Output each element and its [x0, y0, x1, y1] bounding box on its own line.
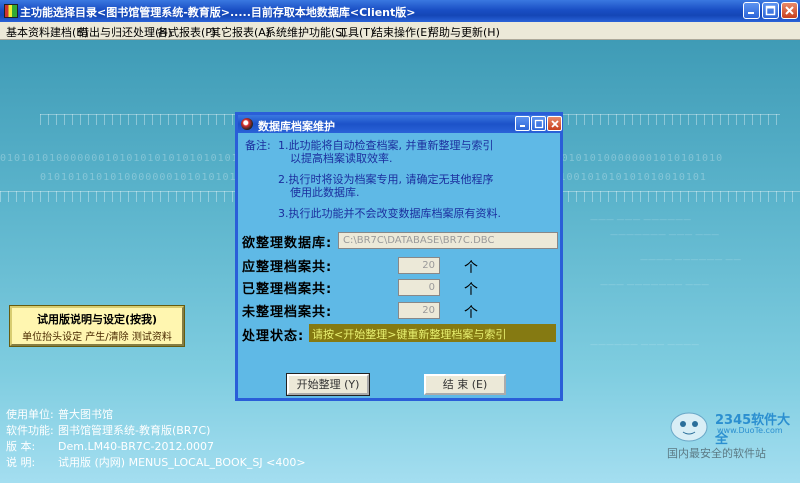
should-count-unit: 个: [464, 260, 478, 276]
dialog-minimize-button[interactable]: [515, 116, 530, 131]
background-text-decoration: —————— ——— ————: [590, 340, 700, 349]
start-button[interactable]: 开始整理 (Y): [286, 373, 370, 396]
menu-reports[interactable]: 各式报表(P): [157, 24, 216, 40]
status-unit-value: 普大图书馆: [58, 408, 113, 421]
menu-basic-data[interactable]: 基本资料建档(B): [6, 24, 88, 40]
maximize-icon: [765, 5, 776, 16]
should-count-label: 应整理档案共:: [242, 260, 333, 275]
pending-count-label: 未整理档案共:: [242, 305, 333, 320]
done-count-field[interactable]: 0: [398, 279, 440, 296]
dialog-title-bar[interactable]: 数据库档案维护: [238, 115, 562, 133]
status-unit: 使用单位: 普大图书馆: [6, 406, 113, 422]
close-icon: [551, 120, 559, 128]
background-text-decoration: ——— ——————— ———: [600, 280, 710, 289]
status-version-label: 版 本:: [6, 440, 36, 453]
trial-box-title: 试用版说明与设定(按我): [36, 313, 158, 326]
watermark: 2345软件大全 www.DuoTe.com 国内最安全的软件站: [667, 405, 797, 465]
menu-help-update[interactable]: 帮助与更新(H): [428, 24, 500, 40]
background-text-decoration: ——————— ——— ———: [610, 230, 720, 239]
dialog-close-button[interactable]: [547, 116, 562, 131]
window-title: 主功能选择目录<图书馆管理系统-教育版>.....目前存取本地数据库<Clien…: [20, 6, 416, 19]
note-line-2: 以提高档案读取效率.: [290, 152, 393, 165]
done-count-unit: 个: [464, 282, 478, 298]
watermark-site: www.DuoTe.com: [717, 426, 783, 435]
database-maintenance-dialog: 数据库档案维护 备注: 1.此功能将自动检查档案, 并重新整理与索引 以提高档案…: [235, 112, 563, 401]
dialog-title: 数据库档案维护: [258, 120, 335, 133]
status-version-value: Dem.LM40-BR7C-2012.0007: [58, 440, 214, 453]
minimize-icon: [748, 12, 754, 14]
trial-info-button[interactable]: 试用版说明与设定(按我) 单位抬头设定 产生/清除 测试资料: [10, 306, 184, 346]
mascot-icon: [670, 412, 708, 442]
menu-other-reports[interactable]: 其它报表(A): [210, 24, 270, 40]
menu-bar: 基本资料建档(B) 借出与归还处理(H) 各式报表(P) 其它报表(A) 系统维…: [0, 22, 800, 40]
db-path-field[interactable]: C:\BR7C\DATABASE\BR7C.DBC: [338, 232, 558, 249]
menu-exit[interactable]: 结束操作(E): [372, 24, 432, 40]
note-line-4: 使用此数据库.: [290, 186, 360, 199]
close-button[interactable]: [781, 2, 798, 19]
status-unit-label: 使用单位:: [6, 408, 54, 421]
dialog-app-icon: [241, 118, 253, 130]
end-button[interactable]: 结 束 (E): [424, 374, 506, 395]
minimize-icon: [520, 125, 525, 127]
pending-count-field[interactable]: 20: [398, 302, 440, 319]
status-description: 说 明: 试用版 (内网) MENUS_LOCAL_BOOK_SJ <400>: [6, 454, 306, 470]
app-icon: [4, 4, 18, 18]
status-version: 版 本: Dem.LM40-BR7C-2012.0007: [6, 438, 214, 454]
trial-box-subtitle: 单位抬头设定 产生/清除 测试资料: [22, 332, 172, 343]
process-status-field: 请按<开始整理>键重新整理档案与索引: [309, 324, 556, 342]
main-title-bar[interactable]: 主功能选择目录<图书馆管理系统-教育版>.....目前存取本地数据库<Clien…: [0, 0, 800, 22]
status-function-value: 图书馆管理系统-教育版(BR7C): [58, 424, 211, 437]
note-line-5: 3.执行此功能并不会改变数据库档案原有资料.: [278, 207, 501, 220]
note-label: 备注:: [245, 139, 271, 152]
done-count-label: 已整理档案共:: [242, 282, 333, 297]
status-desc-value: 试用版 (内网) MENUS_LOCAL_BOOK_SJ <400>: [58, 456, 306, 469]
status-function: 软件功能: 图书馆管理系统-教育版(BR7C): [6, 422, 210, 438]
background-text-decoration: ———— —————— ——: [640, 255, 742, 264]
maximize-icon: [534, 119, 544, 129]
should-count-field[interactable]: 20: [398, 257, 440, 274]
status-function-label: 软件功能:: [6, 424, 54, 437]
background-text-decoration: ——— ——— ——————: [590, 215, 692, 224]
menu-system-maintenance[interactable]: 系统维护功能(S): [265, 24, 347, 40]
status-desc-label: 说 明:: [6, 456, 36, 469]
minimize-button[interactable]: [743, 2, 760, 19]
menu-tools[interactable]: 工具(T): [337, 24, 374, 40]
pending-count-unit: 个: [464, 305, 478, 321]
process-status-label: 处理状态:: [242, 329, 305, 344]
watermark-caption: 国内最安全的软件站: [667, 447, 766, 460]
close-icon: [785, 6, 794, 15]
maximize-button[interactable]: [762, 2, 779, 19]
db-label: 欲整理数据库:: [242, 236, 333, 251]
dialog-maximize-button[interactable]: [531, 116, 546, 131]
